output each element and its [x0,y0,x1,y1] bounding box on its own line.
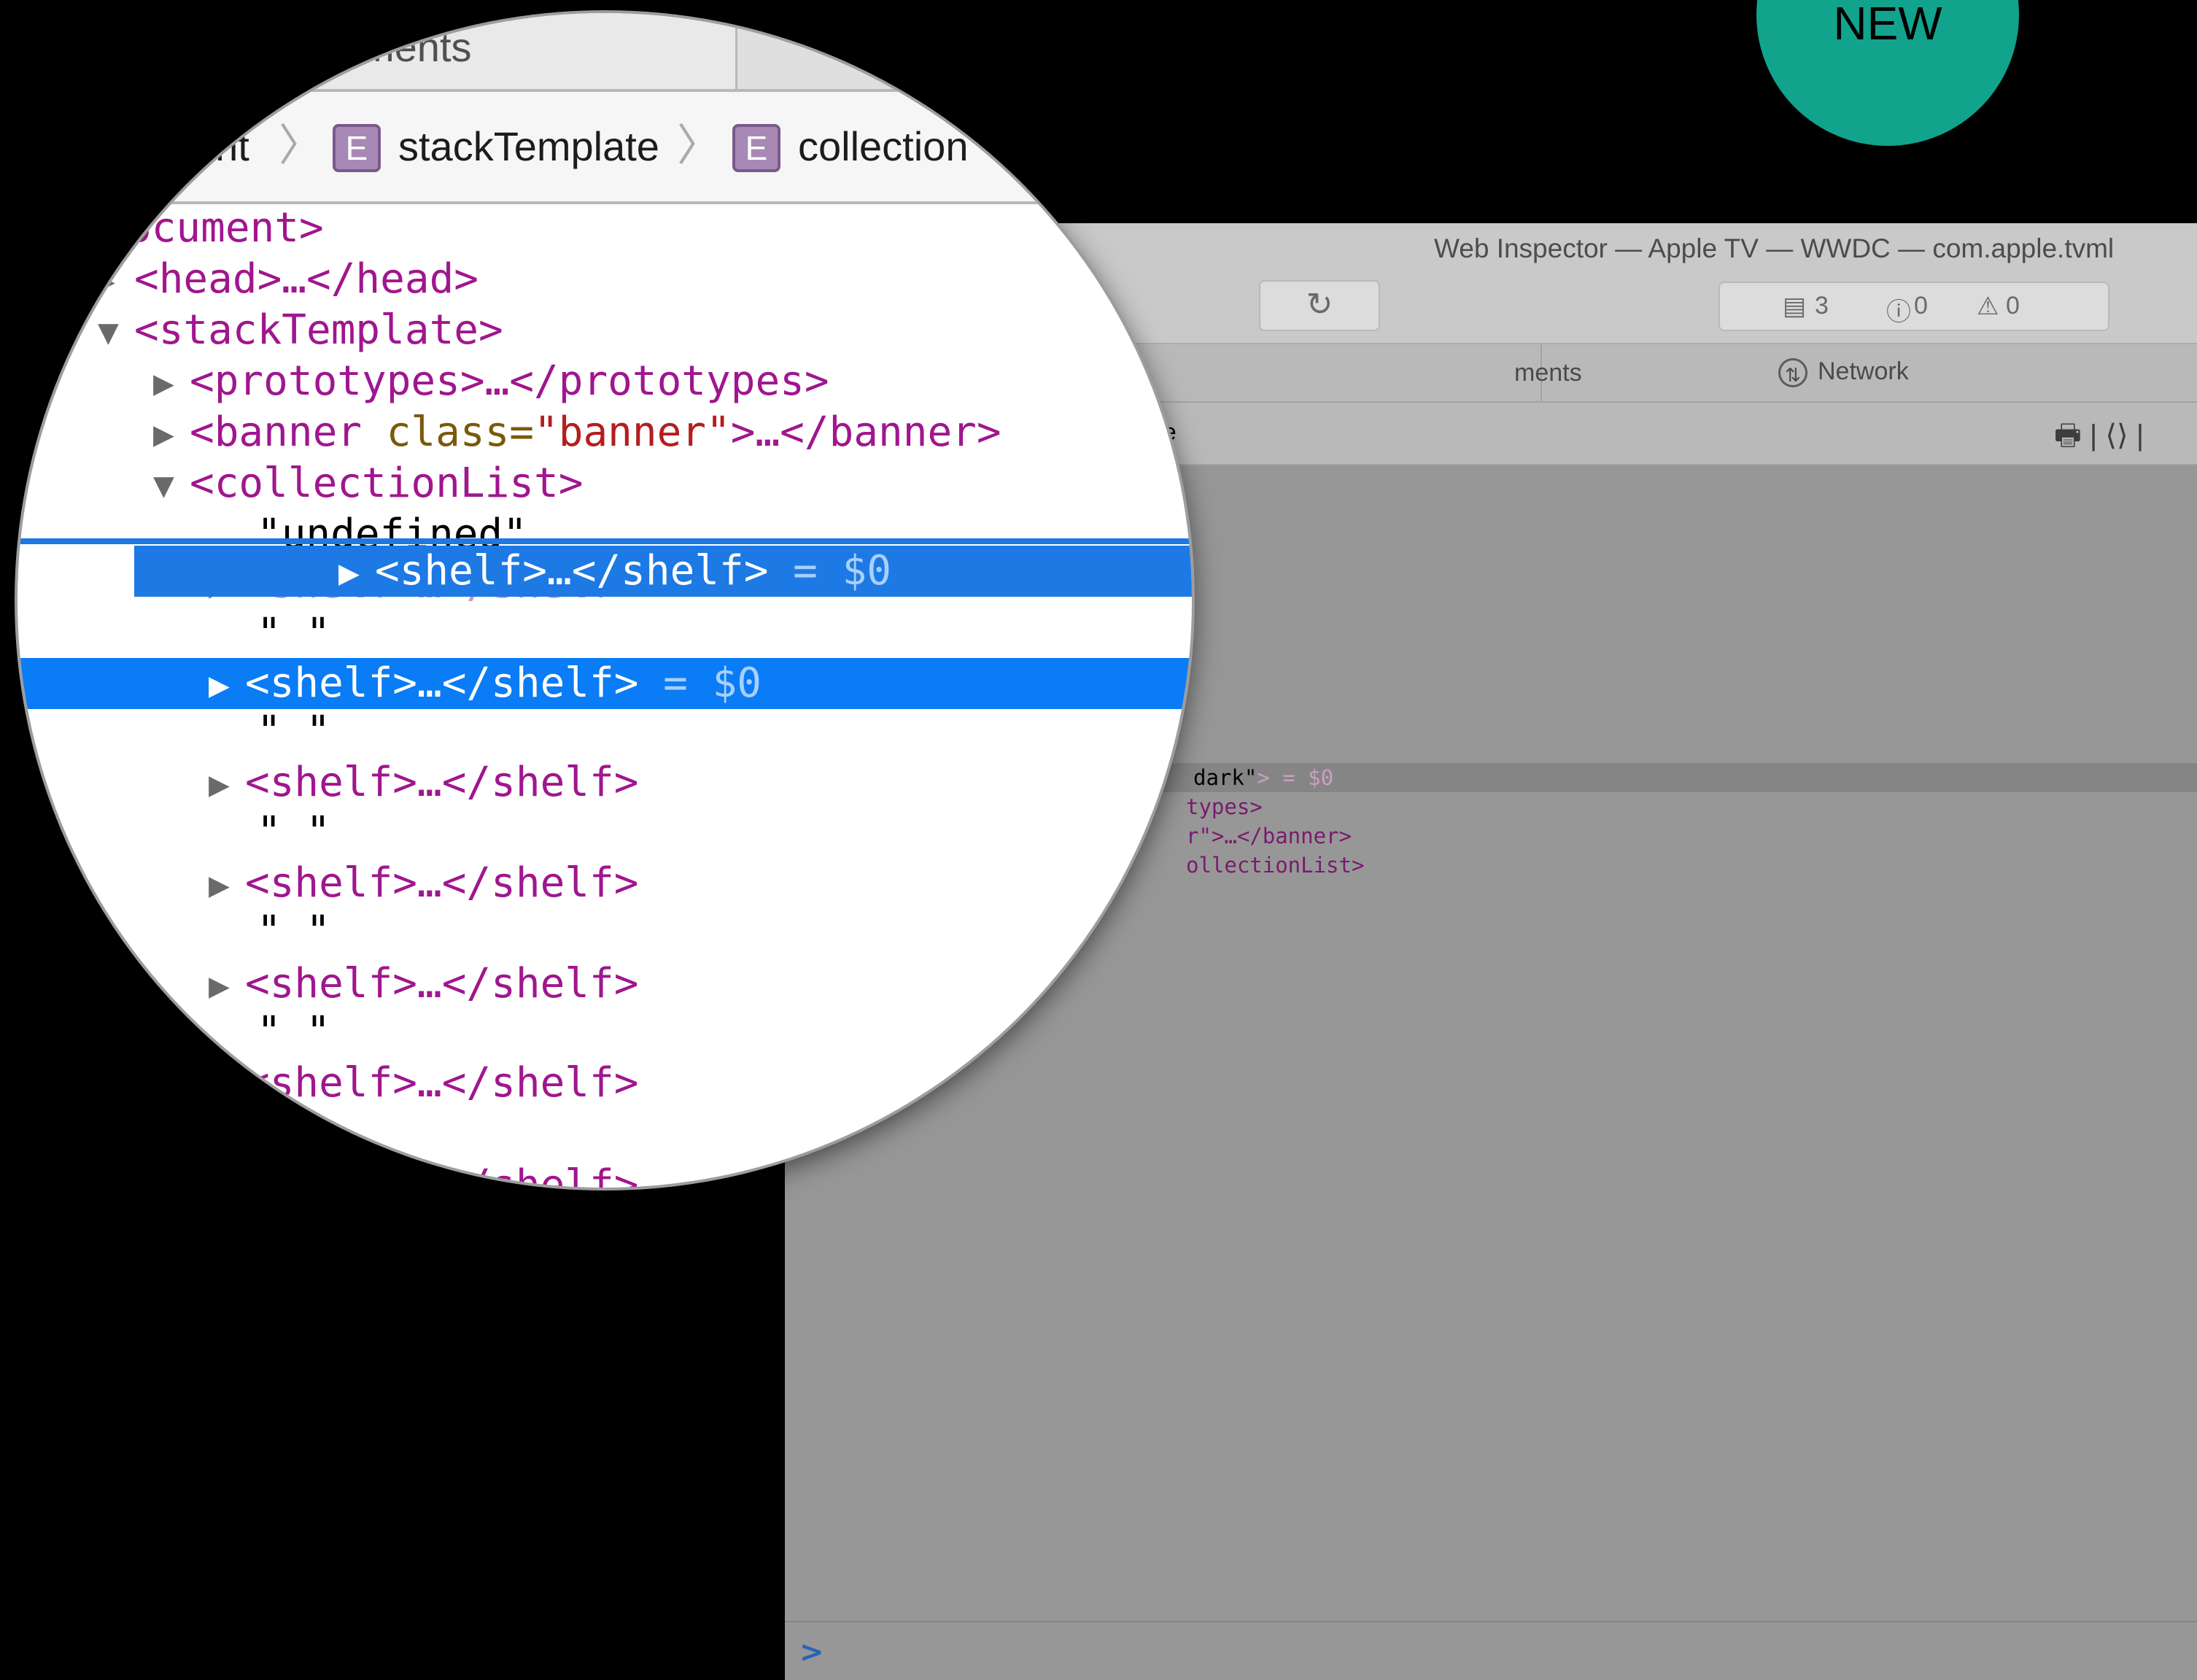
dom-text-node[interactable]: " " [257,906,330,957]
dom-node-shelf[interactable]: ▶ <shelf>…</shelf> [209,858,638,909]
magnified-dom-tree: ocument> ▸ <head>…</head> ▼ <stackTemplate… [18,13,1192,1188]
print-icon[interactable]: 🖶 [2054,419,2082,452]
network-icon: ⇅ [1778,358,1807,388]
new-badge-label: NEW [1833,0,1942,50]
reload-icon: ↻ [1306,286,1333,323]
dom-node-prototypes[interactable]: ▶ <prototypes>…</prototypes> [153,356,829,407]
dom-node-collectionlist[interactable]: ▼ <collectionList> [153,458,583,509]
disclosure-right-icon[interactable]: ▶ [338,547,375,598]
magnifier-lens: ments ent 〉 E stackTemplate 〉 E collecti… [18,13,1192,1188]
window-dom-row[interactable]: r">…</banner> [1186,821,1352,851]
tab-elements-label: ments [1514,359,1582,387]
dom-node-shelf[interactable]: ▶ <shelf>…</shelf> [209,1160,638,1188]
dom-node-banner[interactable]: ▶ <banner class="banner">…</banner> [153,407,1001,458]
dom-node-shelf[interactable]: ▶ <shelf>…</shelf> [209,959,638,1010]
toolbar-icons[interactable]: 🖶 | ⟨⟩ | [2054,414,2144,464]
window-dom-row[interactable]: dark"> = $0 [1193,763,1333,792]
log-count: 3 [1815,292,1829,320]
disclosure-right-icon[interactable]: ▶ [209,1059,245,1110]
new-badge: NEW [1756,0,2019,146]
console-prompt[interactable]: > [799,1636,824,1669]
tab-network-label: Network [1818,357,1909,385]
disclosure-right-icon[interactable]: ▶ [209,1161,245,1188]
error-count: 0 [1914,292,1928,320]
tab-network[interactable]: ⇅ Network [1778,357,1909,388]
window-dom-row[interactable]: types> [1186,792,1263,821]
log-icon: ▤ [1783,293,1807,320]
warning-count: 0 [2006,292,2020,320]
drop-indicator [18,538,1192,544]
dom-node-head[interactable]: ▸ <head>…</head> [98,254,478,305]
disclosure-right-icon[interactable]: ▶ [209,859,245,910]
disclosure-right-icon[interactable]: ▶ [209,759,245,810]
dom-node-document[interactable]: ocument> [127,203,324,254]
disclosure-right-icon[interactable]: ▶ [209,960,245,1011]
window-title: Web Inspector — Apple TV — WWDC — com.ap… [1434,233,2115,263]
console-counts[interactable]: ▤ 3 ⓘ 0 ⚠ 0 [1719,282,2109,331]
dom-node-shelf[interactable]: ▶ <shelf>…</shelf> [209,757,638,808]
disclosure-right-icon[interactable]: ▶ [153,409,190,460]
disclosure-right-icon[interactable]: ▶ [209,659,245,711]
dom-text-node[interactable]: " " [257,608,330,659]
reload-button[interactable]: ↻ [1259,280,1380,331]
tab-elements[interactable]: ments [1150,344,1582,401]
disclosure-down-icon[interactable]: ▼ [98,306,134,357]
source-code-icon[interactable]: ⟨⟩ [2105,419,2128,452]
disclosure-right-icon[interactable]: ▶ [153,357,190,409]
dom-node-shelf-dragged[interactable]: ▶ <shelf>…</shelf> = $0 [338,546,891,597]
disclosure-down-icon[interactable]: ▼ [153,460,190,511]
window-dom-row[interactable]: ollectionList> [1186,851,1364,880]
disclosure-right-icon[interactable]: ▸ [98,255,134,306]
dom-node-shelf-selected[interactable]: ▶ <shelf>…</shelf> = $0 [209,658,762,709]
dom-text-node[interactable]: " " [257,706,330,757]
error-icon: ⓘ [1886,298,1911,326]
dom-text-node[interactable]: " " [257,807,330,858]
dom-node-stacktemplate[interactable]: ▼ <stackTemplate> [98,305,503,356]
dom-node-shelf[interactable]: ▶ <shelf>…</shelf> [209,1058,638,1109]
console-divider [785,1621,2197,1622]
warning-icon: ⚠ [1977,293,1999,320]
dom-text-node[interactable]: " " [257,1007,330,1058]
